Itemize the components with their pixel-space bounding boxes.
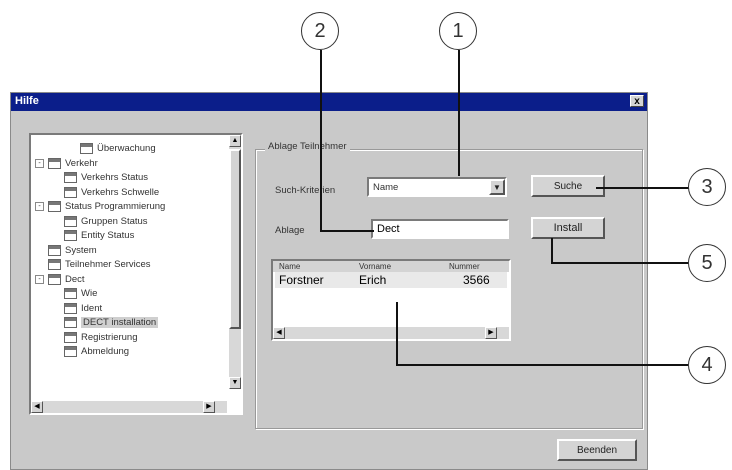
subscriber-list[interactable]: Name Vorname Nummer Forstner Erich 3566 …: [271, 259, 511, 341]
tree-view[interactable]: Überwachung - Verkehr Verkehrs Status Verkeh…: [29, 133, 243, 415]
column-vorname[interactable]: Vorname: [359, 262, 391, 271]
callout-5-line-h: [551, 262, 689, 264]
folder-icon: [64, 346, 77, 357]
folder-icon: [64, 302, 77, 314]
tree-item[interactable]: DECT installation: [51, 317, 159, 329]
collapse-toggle-icon[interactable]: -: [35, 158, 44, 168]
collapse-toggle-icon[interactable]: -: [35, 202, 44, 211]
install-button[interactable]: Install: [531, 217, 605, 239]
folder-icon: [64, 288, 77, 299]
tree-horizontal-scrollbar[interactable]: ◀ ▶: [31, 401, 227, 413]
close-icon: x: [634, 96, 640, 107]
tree-item[interactable]: Wie: [51, 288, 97, 299]
callout-4: 4: [688, 346, 726, 384]
tree-item[interactable]: - Status Programmierung: [35, 201, 165, 212]
folder-icon: [64, 172, 77, 183]
tree-item-label: Dect: [65, 273, 85, 285]
list-header: Name Vorname Nummer: [273, 261, 509, 272]
scroll-down-icon[interactable]: ▼: [229, 377, 241, 389]
search-criteria-label: Such-Kriterien: [275, 185, 336, 196]
list-horizontal-scrollbar[interactable]: ◀ ▶: [273, 327, 509, 339]
tree-item[interactable]: Gruppen Status: [51, 215, 148, 227]
tree-item[interactable]: Verkehrs Status: [51, 172, 148, 183]
close-button[interactable]: x: [630, 95, 644, 107]
folder-icon: [48, 273, 61, 285]
tree-item-label: Verkehrs Schwelle: [81, 186, 160, 198]
callout-2-line: [320, 50, 322, 232]
tree-vertical-scrollbar[interactable]: ▲ ▼: [229, 135, 241, 389]
table-row[interactable]: Forstner Erich 3566: [275, 272, 507, 288]
callout-4-line-h: [396, 364, 688, 366]
exit-button[interactable]: Beenden: [557, 439, 637, 461]
group-title: Ablage Teilnehmer: [265, 141, 350, 152]
tree-item[interactable]: Registrierung: [51, 331, 138, 343]
folder-icon: [80, 143, 93, 154]
callout-5-line-v: [551, 238, 553, 264]
folder-icon: [64, 230, 77, 241]
tree-item-label: Teilnehmer Services: [65, 259, 151, 271]
scroll-thumb[interactable]: [229, 149, 241, 329]
tree-item[interactable]: System: [35, 244, 97, 256]
tree-item[interactable]: Überwachung: [67, 143, 156, 154]
row-vorname: Erich: [359, 273, 387, 287]
scroll-right-icon[interactable]: ▶: [485, 327, 497, 339]
column-nummer[interactable]: Nummer: [449, 262, 480, 271]
ablage-label: Ablage: [275, 225, 305, 236]
folder-icon: [48, 201, 61, 212]
tree-item-label: Wie: [81, 288, 98, 300]
ablage-value: Dect: [377, 223, 400, 235]
tree-item[interactable]: - Verkehr: [35, 157, 98, 169]
callout-2: 2: [301, 12, 339, 50]
tree-item[interactable]: Teilnehmer Services: [35, 259, 151, 270]
tree-item-label: Abmeldung: [81, 346, 130, 358]
tree-item-label: DECT installation: [81, 317, 159, 329]
tree-item[interactable]: Abmeldung: [51, 346, 129, 357]
folder-icon: [48, 157, 61, 169]
scroll-left-icon[interactable]: ◀: [31, 401, 43, 413]
scroll-left-icon[interactable]: ◀: [273, 327, 285, 339]
callout-1-line: [458, 50, 460, 176]
callout-2-line-h: [320, 230, 374, 232]
tree-item-label: Entity Status: [81, 230, 135, 242]
tree-item-label: Verkehr: [65, 157, 98, 169]
column-name[interactable]: Name: [279, 262, 300, 271]
tree-item[interactable]: Verkehrs Schwelle: [51, 186, 160, 198]
tree-item-label: Überwachung: [97, 143, 156, 155]
tree-item-label: Gruppen Status: [81, 215, 148, 227]
window-title: Hilfe: [15, 95, 39, 107]
tree-item-label: Status Programmierung: [65, 201, 166, 213]
collapse-toggle-icon[interactable]: -: [35, 274, 44, 284]
callout-3: 3: [688, 168, 726, 206]
search-criteria-value: Name: [373, 182, 399, 193]
tree-item[interactable]: Entity Status: [51, 230, 134, 241]
tree-item-label: Verkehrs Status: [81, 172, 149, 184]
tree-item-label: Registrierung: [81, 331, 138, 343]
callout-4-line-v: [396, 302, 398, 366]
folder-icon: [64, 331, 77, 343]
search-button[interactable]: Suche: [531, 175, 605, 197]
ablage-input[interactable]: Dect: [371, 219, 509, 239]
scroll-right-icon[interactable]: ▶: [203, 401, 215, 413]
row-nummer: 3566: [463, 273, 490, 287]
callout-1: 1: [439, 12, 477, 50]
tree-item-label: System: [65, 244, 97, 256]
chevron-down-icon[interactable]: ▼: [489, 179, 505, 195]
folder-icon: [48, 259, 61, 270]
tree-item[interactable]: - Dect: [35, 273, 85, 285]
title-bar: Hilfe x: [11, 93, 647, 111]
folder-icon: [48, 244, 61, 256]
callout-5: 5: [688, 244, 726, 282]
help-window: Hilfe x Überwachung - Verkehr Verkehrs Stat…: [10, 92, 648, 470]
tree-item[interactable]: Ident: [51, 302, 103, 314]
folder-icon: [64, 186, 77, 198]
folder-icon: [64, 317, 77, 328]
search-criteria-select[interactable]: Name ▼: [367, 177, 507, 197]
callout-3-line: [596, 187, 690, 189]
tree-item-label: Ident: [81, 302, 103, 314]
folder-icon: [64, 215, 77, 227]
scroll-up-icon[interactable]: ▲: [229, 135, 241, 147]
row-name: Forstner: [279, 273, 324, 287]
